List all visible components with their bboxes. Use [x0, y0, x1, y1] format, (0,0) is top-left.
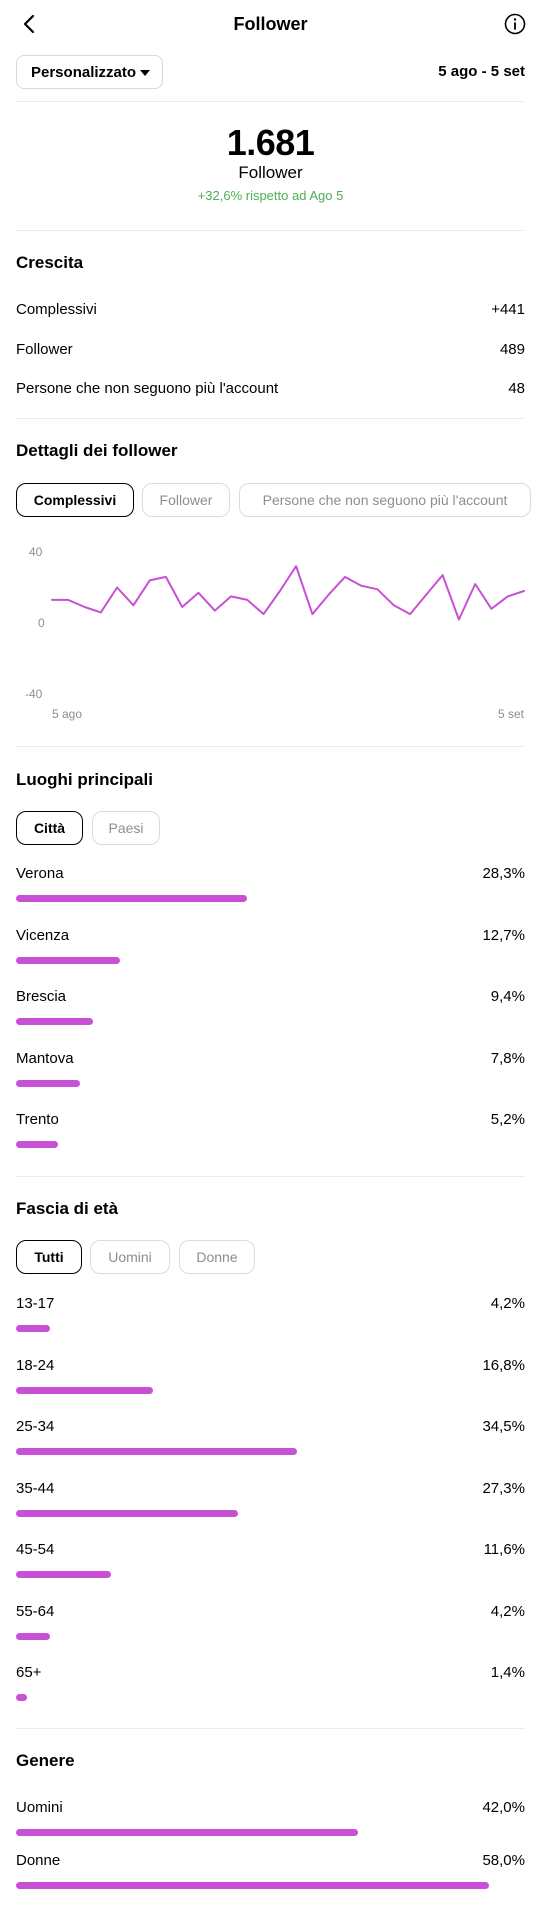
age-range-bar — [16, 1632, 51, 1640]
follower-line-chart: 40 0 -40 5 ago 5 set — [25, 545, 525, 721]
info-circle-icon[interactable] — [503, 12, 527, 36]
follower-total-label: Follower — [238, 163, 303, 182]
date-range: 5 ago - 5 set — [438, 63, 525, 80]
age-range-value: 27,3% — [482, 1479, 525, 1497]
location-value: 9,4% — [490, 988, 525, 1005]
caret-down-icon — [140, 70, 150, 76]
tab-donne[interactable]: Donne — [179, 1240, 255, 1274]
age-range-label: 25-34 — [16, 1418, 55, 1435]
age-range-bar — [16, 1509, 239, 1517]
divider — [16, 230, 525, 231]
gender-value: 58,0% — [482, 1852, 525, 1869]
location-bar — [16, 1141, 59, 1148]
growth-row-label: Follower — [16, 341, 73, 358]
age-range-bar — [16, 1571, 111, 1578]
y-tick-label: 40 — [29, 545, 43, 559]
gender-label: Uomini — [16, 1799, 63, 1816]
location-label: Trento — [16, 1111, 59, 1128]
tab-unfollowers[interactable]: Persone che non seguono più l'account — [239, 483, 531, 517]
details-title: Dettagli dei follower — [16, 441, 178, 460]
age-range-value: 1,4% — [490, 1664, 525, 1681]
age-range-value: 4,2% — [490, 1295, 525, 1312]
tab-follower[interactable]: Follower — [142, 483, 230, 517]
age-range-label: 13-17 — [16, 1295, 55, 1312]
location-value: 28,3% — [482, 865, 525, 882]
growth-row-label: Complessivi — [16, 301, 97, 318]
divider — [16, 746, 525, 747]
age-range-label: 55-64 — [16, 1602, 55, 1620]
series-line — [51, 565, 525, 621]
location-label: Mantova — [16, 1049, 74, 1067]
age-title: Fascia di età — [16, 1199, 119, 1218]
age-range-label: 45-54 — [16, 1541, 55, 1558]
gender-bar — [16, 1829, 359, 1836]
period-dropdown-label: Personalizzato — [31, 64, 137, 81]
age-range-label: 18-24 — [16, 1356, 55, 1374]
age-range-value: 16,8% — [482, 1356, 525, 1374]
location-value: 7,8% — [490, 1049, 525, 1067]
period-dropdown[interactable]: Personalizzato — [16, 55, 163, 89]
location-bar — [16, 895, 247, 902]
y-tick-label: 0 — [38, 616, 45, 630]
location-label: Verona — [16, 865, 64, 882]
divider — [16, 1176, 525, 1177]
location-bar — [16, 956, 120, 964]
age-range-bar — [16, 1694, 28, 1701]
top-bar: Follower — [0, 0, 541, 50]
divider — [16, 418, 525, 419]
locations-title: Luoghi principali — [16, 770, 153, 789]
age-range-value: 11,6% — [483, 1541, 525, 1558]
age-range-bar — [16, 1325, 51, 1332]
tab-uomini[interactable]: Uomini — [90, 1240, 170, 1274]
x-end-label: 5 set — [498, 707, 525, 721]
growth-row-value: 48 — [508, 380, 525, 397]
gender-bar — [16, 1882, 489, 1889]
age-range-label: 35-44 — [16, 1479, 55, 1497]
tab-citta[interactable]: Città — [16, 811, 83, 845]
location-bar — [16, 1079, 80, 1087]
follower-comparison: +32,6% rispetto ad Ago 5 — [197, 188, 344, 203]
age-range-bar — [16, 1386, 153, 1394]
growth-row-value: 489 — [499, 341, 525, 358]
y-tick-label: -40 — [25, 687, 43, 701]
location-bar — [16, 1018, 93, 1025]
growth-title: Crescita — [16, 253, 84, 272]
location-value: 5,2% — [490, 1111, 525, 1128]
tab-tutti[interactable]: Tutti — [16, 1240, 82, 1274]
growth-row-value: +441 — [491, 301, 525, 318]
gender-value: 42,0% — [482, 1799, 525, 1816]
gender-title: Genere — [16, 1751, 75, 1770]
location-label: Vicenza — [16, 926, 70, 944]
age-range-value: 34,5% — [482, 1418, 525, 1435]
location-label: Brescia — [16, 988, 67, 1005]
growth-row-label: Persone che non seguono più l'account — [16, 380, 279, 397]
location-value: 12,7% — [482, 926, 525, 944]
tab-complessivi[interactable]: Complessivi — [16, 483, 134, 517]
x-start-label: 5 ago — [52, 707, 82, 721]
divider — [16, 1728, 525, 1729]
gender-label: Donne — [16, 1852, 61, 1869]
follower-total: 1.681 — [226, 122, 315, 163]
age-range-bar — [16, 1448, 298, 1455]
tab-paesi[interactable]: Paesi — [92, 811, 160, 845]
age-range-label: 65+ — [16, 1664, 42, 1681]
divider — [16, 101, 525, 102]
age-range-value: 4,2% — [490, 1602, 525, 1620]
page-title: Follower — [233, 14, 308, 34]
